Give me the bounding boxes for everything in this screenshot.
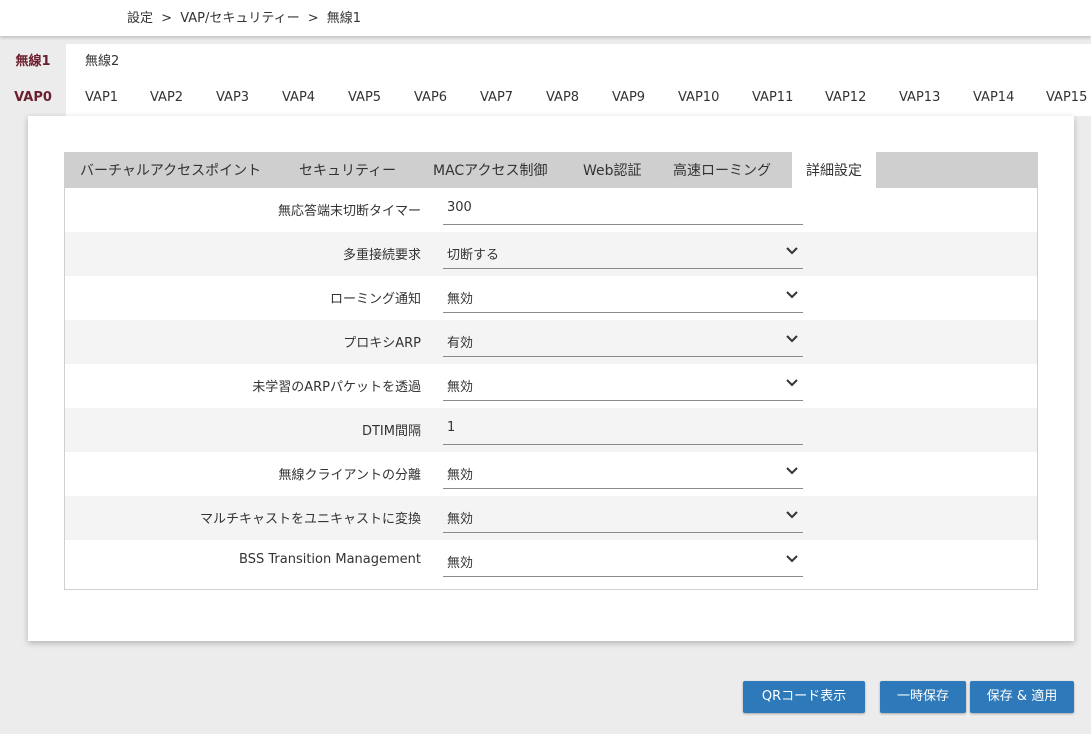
setting-row: プロキシARP 有効	[65, 320, 1037, 364]
breadcrumb-item-current: 無線1	[326, 11, 362, 26]
unlearned-arp-select[interactable]: 無効	[443, 370, 803, 401]
advanced-settings-form: 無応答端末切断タイマー 300 多重接続要求 切断する ローミング通知 無効 プ…	[64, 188, 1038, 590]
tab-web-auth[interactable]: Web認証	[583, 152, 642, 188]
dtim-interval-input[interactable]: 1	[443, 414, 803, 445]
tab-vap-11[interactable]: VAP11	[752, 80, 793, 116]
temp-save-button[interactable]: 一時保存	[880, 681, 966, 713]
setting-label: ローミング通知	[329, 292, 421, 307]
breadcrumb-separator: >	[307, 11, 319, 26]
setting-label: DTIM間隔	[361, 424, 421, 439]
tab-vap-14[interactable]: VAP14	[973, 80, 1014, 116]
tab-vap-5[interactable]: VAP5	[348, 80, 381, 116]
setting-label: 未学習のARPパケットを透過	[252, 380, 421, 395]
breadcrumb-item-settings[interactable]: 設定	[127, 11, 153, 26]
breadcrumb: 設定 > VAP/セキュリティー > 無線1	[127, 7, 365, 26]
client-isolation-select[interactable]: 無効	[443, 458, 803, 489]
chevron-down-icon	[786, 247, 798, 255]
multiple-connection-select[interactable]: 切断する	[443, 238, 803, 269]
field-value: 300	[447, 200, 472, 215]
setting-label: プロキシARP	[343, 336, 421, 351]
tab-vap-4[interactable]: VAP4	[282, 80, 315, 116]
field-value: 1	[447, 420, 456, 435]
radio-tab-bar: 無線1 無線2	[0, 44, 1091, 80]
field-value: 無効	[447, 292, 474, 307]
setting-label: マルチキャストをユニキャストに変換	[199, 512, 421, 527]
inactivity-timer-input[interactable]: 300	[443, 194, 803, 225]
tab-vap-0[interactable]: VAP0	[0, 80, 66, 116]
tab-vap-13[interactable]: VAP13	[899, 80, 940, 116]
tab-security[interactable]: セキュリティー	[299, 152, 396, 188]
breadcrumb-item-vap-security[interactable]: VAP/セキュリティー	[180, 11, 299, 26]
setting-row: マルチキャストをユニキャストに変換 無効	[65, 496, 1037, 540]
tab-vap-2[interactable]: VAP2	[150, 80, 183, 116]
proxy-arp-select[interactable]: 有効	[443, 326, 803, 357]
settings-card: バーチャルアクセスポイント セキュリティー MACアクセス制御 Web認証 高速…	[28, 116, 1074, 641]
setting-label: BSS Transition Management	[239, 552, 421, 567]
field-value: 切断する	[447, 248, 500, 263]
setting-row: 無線クライアントの分離 無効	[65, 452, 1037, 496]
chevron-down-icon	[786, 555, 798, 563]
tab-virtual-access-point[interactable]: バーチャルアクセスポイント	[80, 152, 261, 188]
setting-label: 多重接続要求	[342, 248, 421, 263]
tab-radio-1[interactable]: 無線1	[0, 44, 66, 80]
tab-vap-3[interactable]: VAP3	[216, 80, 249, 116]
field-value: 無効	[447, 468, 474, 483]
field-value: 無効	[447, 556, 474, 571]
tab-advanced-settings[interactable]: 詳細設定	[792, 152, 876, 188]
tab-vap-1[interactable]: VAP1	[85, 80, 118, 116]
save-apply-button[interactable]: 保存 & 適用	[970, 681, 1074, 713]
tab-vap-9[interactable]: VAP9	[612, 80, 645, 116]
setting-label: 無線クライアントの分離	[278, 468, 421, 483]
tab-fast-roaming[interactable]: 高速ローミング	[673, 152, 771, 188]
tab-radio-2[interactable]: 無線2	[85, 44, 119, 80]
tab-vap-7[interactable]: VAP7	[480, 80, 513, 116]
tab-mac-access-control[interactable]: MACアクセス制御	[433, 152, 548, 188]
bss-transition-select[interactable]: 無効	[443, 546, 803, 577]
tab-vap-8[interactable]: VAP8	[546, 80, 579, 116]
field-value: 無効	[447, 512, 474, 527]
setting-label: 無応答端末切断タイマー	[277, 204, 421, 219]
tab-vap-10[interactable]: VAP10	[678, 80, 719, 116]
chevron-down-icon	[786, 291, 798, 299]
tab-vap-15[interactable]: VAP15	[1046, 80, 1087, 116]
setting-row: ローミング通知 無効	[65, 276, 1037, 320]
field-value: 無効	[447, 380, 474, 395]
chevron-down-icon	[786, 511, 798, 519]
setting-row: BSS Transition Management 無効	[65, 540, 1037, 584]
chevron-down-icon	[786, 335, 798, 343]
qr-code-button[interactable]: QRコード表示	[743, 681, 865, 713]
setting-row: 多重接続要求 切断する	[65, 232, 1037, 276]
tab-vap-6[interactable]: VAP6	[414, 80, 447, 116]
top-bar: 設定 > VAP/セキュリティー > 無線1	[0, 0, 1091, 36]
chevron-down-icon	[786, 379, 798, 387]
multicast-to-unicast-select[interactable]: 無効	[443, 502, 803, 533]
roaming-notice-select[interactable]: 無効	[443, 282, 803, 313]
tab-vap-12[interactable]: VAP12	[825, 80, 866, 116]
breadcrumb-separator: >	[161, 11, 173, 26]
chevron-down-icon	[786, 467, 798, 475]
setting-row: 未学習のARPパケットを透過 無効	[65, 364, 1037, 408]
field-value: 有効	[447, 336, 474, 351]
section-tab-strip: バーチャルアクセスポイント セキュリティー MACアクセス制御 Web認証 高速…	[64, 152, 1038, 188]
setting-row: DTIM間隔 1	[65, 408, 1037, 452]
vap-tab-bar: VAP0 VAP1 VAP2 VAP3 VAP4 VAP5 VAP6 VAP7 …	[0, 80, 1091, 116]
setting-row: 無応答端末切断タイマー 300	[65, 188, 1037, 232]
